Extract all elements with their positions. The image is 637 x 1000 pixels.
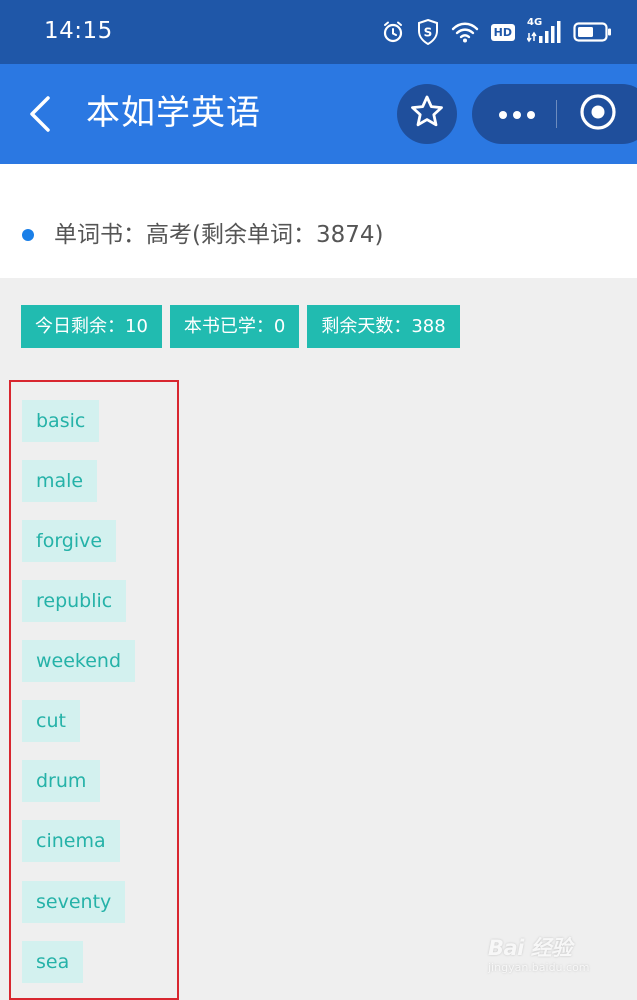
word-item[interactable]: cinema (22, 820, 120, 862)
more-button[interactable] (472, 84, 562, 144)
book-label: 单词书：高考(剩余单词：3874) (54, 222, 384, 248)
target-icon (579, 93, 617, 135)
bullet-dot (22, 229, 34, 241)
close-mini-program-button[interactable] (578, 94, 618, 134)
signal-4g-icon: 4G (527, 17, 561, 45)
shield-s-icon: S (417, 19, 439, 45)
status-time: 14:15 (44, 18, 113, 44)
mini-program-capsule (472, 84, 637, 144)
stat-learned: 本书已学：0 (169, 305, 300, 348)
word-item[interactable]: male (22, 460, 98, 502)
stats-row: 今日剩余：10 本书已学：0 剩余天数：388 (21, 305, 460, 348)
battery-icon (573, 21, 613, 43)
svg-text:S: S (423, 26, 432, 40)
status-bar: 14:15 S HD 4G (0, 0, 637, 64)
word-item[interactable]: basic (22, 400, 100, 442)
hd-icon: HD (490, 23, 515, 41)
favorite-button[interactable] (397, 84, 457, 144)
word-item[interactable]: forgive (22, 520, 117, 562)
word-list-highlight: basic male forgive republic weekend cut … (9, 380, 179, 1000)
capsule-divider (556, 100, 557, 128)
book-info-panel: 单词书：高考(剩余单词：3874) (0, 164, 637, 278)
stat-today-remaining: 今日剩余：10 (21, 305, 162, 348)
back-button[interactable] (22, 92, 62, 136)
nav-title: 本如学英语 (86, 93, 261, 133)
word-item[interactable]: seventy (22, 881, 126, 923)
stat-days-remaining: 剩余天数：388 (307, 305, 460, 348)
nav-bar: 本如学英语 (0, 64, 637, 164)
back-arrow-icon (22, 96, 62, 140)
watermark-site: jingyan.baidu.com (488, 961, 590, 974)
word-item[interactable]: drum (22, 760, 101, 802)
word-item[interactable]: weekend (22, 640, 136, 682)
more-dots-icon (497, 105, 537, 124)
wifi-icon (451, 21, 479, 43)
star-icon (409, 94, 445, 134)
alarm-icon (381, 20, 405, 44)
word-item[interactable]: republic (22, 580, 127, 622)
word-item[interactable]: sea (22, 941, 84, 983)
baidu-watermark: Bai 经验 jingyan.baidu.com (488, 930, 628, 980)
status-icons: S HD 4G (381, 16, 613, 48)
word-item[interactable]: cut (22, 700, 80, 742)
watermark-brand: Bai 经验 (488, 936, 572, 960)
